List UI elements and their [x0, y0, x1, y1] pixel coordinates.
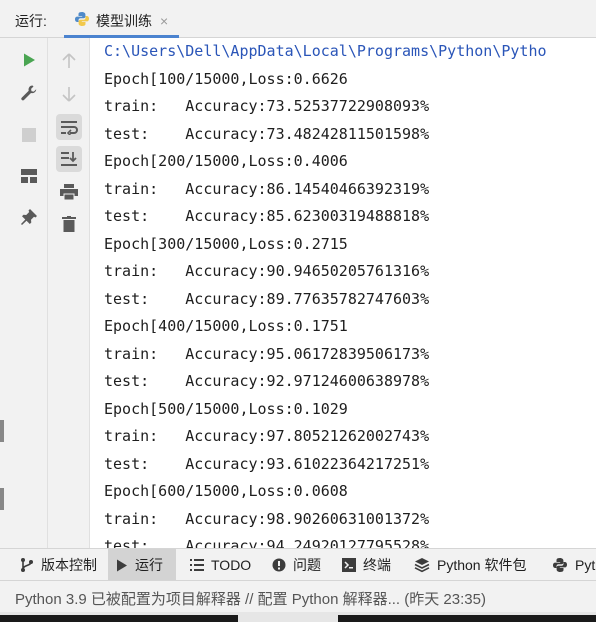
run-window-title: 运行: [15, 13, 47, 29]
tab-label: Pyth [575, 557, 596, 573]
run-toolbar-primary [0, 38, 48, 548]
todo-list-icon [190, 559, 204, 571]
tool-window-bar: 版本控制 运行 TODO 问题 终端 Python 软件包 Pyth [0, 548, 596, 581]
taskbar-fragment [338, 615, 596, 622]
trash-icon [62, 216, 76, 232]
git-branch-icon [21, 558, 33, 572]
scroll-to-end-button[interactable] [56, 146, 82, 172]
console-command-line: C:\Users\Dell\AppData\Local\Programs\Pyt… [104, 42, 547, 60]
console-line: Epoch[500/15000,Loss:0.1029 [104, 400, 348, 418]
problems-icon [272, 558, 286, 572]
run-toolbar-secondary [48, 38, 90, 548]
close-icon[interactable]: × [160, 13, 168, 29]
tab-label: 问题 [293, 557, 321, 573]
packages-icon [414, 558, 430, 573]
console-line: Epoch[300/15000,Loss:0.2715 [104, 235, 348, 253]
console-line: Epoch[100/15000,Loss:0.6626 [104, 70, 348, 88]
clipped-edge-fragment [0, 420, 4, 442]
console-line: test: Accuracy:94.24920127795528% [104, 537, 430, 548]
python-file-icon [74, 11, 90, 32]
status-bar: Python 3.9 已被配置为项目解释器 // 配置 Python 解释器..… [0, 580, 596, 612]
run-tool-window-header: 运行: 模型训练 × [0, 0, 596, 38]
soft-wrap-icon [61, 121, 78, 135]
console-line: test: Accuracy:85.62300319488818% [104, 207, 430, 225]
tab-terminal[interactable]: 终端 [334, 549, 399, 581]
console-line: test: Accuracy:73.48242811501598% [104, 125, 430, 143]
python-console-icon [553, 558, 567, 572]
pin-icon [21, 209, 37, 225]
console-output[interactable]: C:\Users\Dell\AppData\Local\Programs\Pyt… [91, 38, 596, 548]
console-line: train: Accuracy:97.80521262002743% [104, 427, 430, 445]
console-line: test: Accuracy:93.61022364217251% [104, 455, 430, 473]
wrench-icon [21, 85, 37, 101]
layout-icon [21, 169, 37, 183]
soft-wrap-button[interactable] [56, 114, 82, 140]
console-line: Epoch[400/15000,Loss:0.1751 [104, 317, 348, 335]
tab-python-console[interactable]: Pyth [544, 549, 596, 581]
console-line: Epoch[200/15000,Loss:0.4006 [104, 152, 348, 170]
console-line: train: Accuracy:90.94650205761316% [104, 262, 430, 280]
console-line: train: Accuracy:95.06172839506173% [104, 345, 430, 363]
console-line: train: Accuracy:73.52537722908093% [104, 97, 430, 115]
taskbar-fragment [0, 615, 238, 622]
tab-label: 运行 [135, 557, 163, 573]
pin-tab-button[interactable] [16, 204, 42, 230]
tab-todo[interactable]: TODO [182, 549, 259, 581]
arrow-down-icon [62, 87, 76, 102]
tab-label: Python 软件包 [437, 557, 527, 573]
tab-label: 终端 [363, 557, 391, 573]
terminal-icon [342, 558, 356, 572]
tab-model-training[interactable]: 模型训练 × [64, 4, 179, 38]
tab-python-packages[interactable]: Python 软件包 [406, 549, 534, 581]
clear-all-button[interactable] [56, 211, 82, 237]
tab-version-control[interactable]: 版本控制 [12, 549, 105, 581]
run-icon [24, 53, 35, 67]
tab-label: TODO [211, 557, 252, 573]
tab-run[interactable]: 运行 [108, 549, 176, 581]
console-line: Epoch[600/15000,Loss:0.0608 [104, 482, 348, 500]
console-line: train: Accuracy:98.90260631001372% [104, 510, 430, 528]
console-line: train: Accuracy:86.14540466392319% [104, 180, 430, 198]
print-button[interactable] [56, 179, 82, 205]
edit-configuration-button[interactable] [16, 80, 42, 106]
stop-button[interactable] [16, 122, 42, 148]
run-icon [117, 559, 127, 571]
status-message[interactable]: Python 3.9 已被配置为项目解释器 // 配置 Python 解释器..… [15, 588, 486, 609]
console-line: test: Accuracy:92.97124600638978% [104, 372, 430, 390]
arrow-up-icon [62, 53, 76, 68]
stop-icon [22, 128, 36, 142]
print-icon [60, 184, 78, 200]
tab-problems[interactable]: 问题 [264, 549, 329, 581]
tab-label: 模型训练 [96, 13, 152, 29]
next-occurrence-button[interactable] [56, 81, 82, 107]
rerun-button[interactable] [16, 47, 42, 73]
tab-label: 版本控制 [41, 557, 97, 573]
console-line: test: Accuracy:89.77635782747603% [104, 290, 430, 308]
previous-occurrence-button[interactable] [56, 48, 82, 74]
window-bottom-strip [0, 612, 596, 622]
restore-layout-button[interactable] [16, 163, 42, 189]
clipped-edge-fragment [0, 488, 4, 510]
scroll-to-end-icon [61, 152, 77, 166]
